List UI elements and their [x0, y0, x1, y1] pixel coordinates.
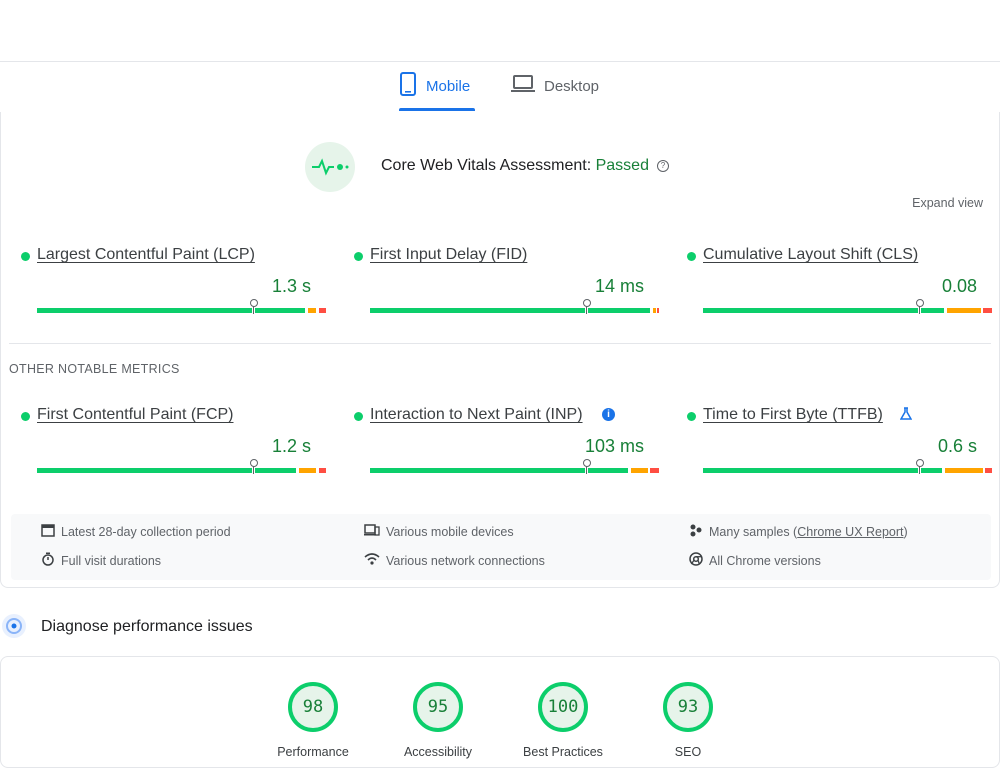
tab-desktop-label: Desktop	[544, 77, 600, 95]
percentile-marker	[250, 459, 258, 474]
wifi-icon	[364, 552, 380, 569]
chrome-versions-text: All Chrome versions	[709, 553, 821, 568]
durations-item: Full visit durations	[41, 552, 161, 569]
flask-icon[interactable]	[899, 407, 913, 426]
metric-cls: Cumulative Layout Shift (CLS) 0.08	[687, 246, 992, 316]
metric-value: 103 ms	[584, 436, 644, 456]
percentile-marker	[250, 299, 258, 314]
metric-inp: Interaction to Next Paint (INP) i 103 ms	[354, 406, 659, 476]
score-label-seo: SEO	[674, 745, 702, 759]
help-icon[interactable]: ?	[656, 160, 669, 172]
metric-name[interactable]: First Contentful Paint (FCP)	[37, 406, 234, 424]
tab-mobile[interactable]: Mobile	[399, 62, 475, 111]
samples-item: Many samples (Chrome UX Report)	[689, 523, 908, 540]
assessment-status: Passed	[595, 157, 649, 174]
durations-text: Full visit durations	[61, 553, 162, 568]
calendar-icon	[41, 523, 55, 540]
metric-name[interactable]: Interaction to Next Paint (INP)	[370, 406, 583, 424]
status-good-dot	[21, 252, 30, 261]
status-good-dot	[354, 412, 363, 421]
samples-icon	[689, 523, 703, 540]
assessment-prefix: Core Web Vitals Assessment:	[381, 157, 596, 174]
chrome-icon	[689, 552, 703, 569]
expand-view-link[interactable]: Expand view	[912, 196, 983, 210]
status-good-dot	[687, 252, 696, 261]
stopwatch-icon	[41, 552, 55, 569]
metric-name[interactable]: Largest Contentful Paint (LCP)	[37, 246, 255, 264]
metric-lcp: Largest Contentful Paint (LCP) 1.3 s	[21, 246, 326, 316]
metric-name[interactable]: First Input Delay (FID)	[370, 246, 527, 264]
samples-suffix: )	[903, 524, 908, 539]
score-label-performance: Performance	[277, 745, 349, 759]
info-icon[interactable]: i	[602, 408, 615, 421]
distribution-bar	[37, 299, 326, 314]
metric-name[interactable]: Cumulative Layout Shift (CLS)	[703, 246, 918, 264]
lighthouse-icon	[2, 614, 26, 638]
samples-text: Many samples (Chrome UX Report)	[709, 525, 908, 539]
samples-prefix: Many samples (	[709, 524, 798, 539]
score-label-best-practices: Best Practices	[523, 745, 603, 759]
data-source-info: Latest 28-day collection period Various …	[11, 514, 991, 580]
score-gauge-seo[interactable]: 93	[662, 681, 714, 733]
tab-desktop[interactable]: Desktop	[511, 62, 606, 110]
percentile-marker	[583, 299, 591, 314]
status-good-dot	[687, 412, 696, 421]
status-good-dot	[21, 412, 30, 421]
devices-icon	[364, 523, 380, 540]
score-gauge-performance[interactable]: 98	[287, 681, 339, 733]
metric-value: 0.6 s	[937, 436, 977, 456]
lighthouse-scores-card: 98 95 100 93 Performance Accessibility B…	[0, 656, 1000, 768]
diagnose-title: Diagnose performance issues	[41, 618, 253, 635]
section-divider	[9, 343, 991, 344]
distribution-bar	[370, 459, 659, 474]
top-header	[0, 0, 1000, 62]
distribution-bar	[703, 299, 992, 314]
laptop-icon	[511, 74, 535, 98]
chrome-versions-item: All Chrome versions	[689, 552, 821, 569]
diagnose-section-header: Diagnose performance issues	[0, 610, 1000, 644]
score-value: 93	[677, 697, 699, 717]
score-value: 98	[302, 697, 324, 717]
score-gauge-accessibility[interactable]: 95	[412, 681, 464, 733]
metric-value: 1.2 s	[271, 436, 311, 456]
metric-fid: First Input Delay (FID) 14 ms	[354, 246, 659, 316]
devices-item: Various mobile devices	[364, 523, 514, 540]
metric-value: 1.3 s	[271, 276, 311, 296]
metric-ttfb: Time to First Byte (TTFB) 0.6 s	[687, 406, 992, 476]
collection-period-item: Latest 28-day collection period	[41, 523, 231, 540]
network-item: Various network connections	[364, 552, 545, 569]
distribution-bar	[37, 459, 326, 474]
score-label-accessibility: Accessibility	[403, 745, 473, 759]
device-tabs: Mobile Desktop	[0, 62, 1000, 112]
devices-text: Various mobile devices	[386, 524, 514, 539]
percentile-marker	[916, 299, 924, 314]
score-value: 100	[547, 697, 579, 717]
distribution-bar	[370, 299, 659, 314]
metric-value: 0.08	[941, 276, 977, 296]
assessment-header: Core Web Vitals Assessment: Passed?	[1, 142, 999, 192]
assessment-title: Core Web Vitals Assessment: Passed?	[381, 157, 669, 175]
score-value: 95	[427, 697, 449, 717]
chrome-ux-report-link[interactable]: Chrome UX Report	[797, 525, 903, 539]
collection-period-text: Latest 28-day collection period	[61, 524, 231, 539]
other-metrics-heading: OTHER NOTABLE METRICS	[9, 362, 180, 376]
metric-fcp: First Contentful Paint (FCP) 1.2 s	[21, 406, 326, 476]
score-gauge-best-practices[interactable]: 100	[537, 681, 589, 733]
metric-name[interactable]: Time to First Byte (TTFB)	[703, 406, 883, 424]
vitals-pulse-icon	[305, 142, 355, 192]
phone-icon	[399, 72, 417, 100]
status-good-dot	[354, 252, 363, 261]
network-text: Various network connections	[386, 553, 545, 568]
percentile-marker	[583, 459, 591, 474]
metric-value: 14 ms	[594, 276, 644, 296]
tab-mobile-label: Mobile	[426, 77, 471, 95]
distribution-bar	[703, 459, 992, 474]
percentile-marker	[916, 459, 924, 474]
core-web-vitals-card: Core Web Vitals Assessment: Passed? Expa…	[0, 112, 1000, 588]
